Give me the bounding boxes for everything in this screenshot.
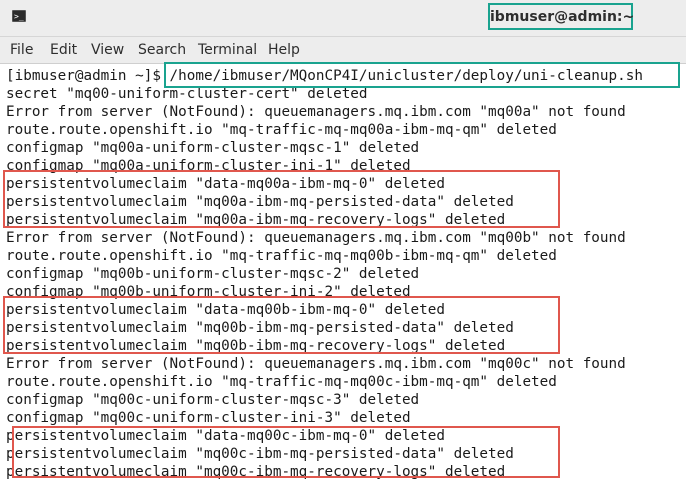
terminal-line: configmap "mq00a-uniform-cluster-mqsc-1"… xyxy=(6,140,420,156)
pvc-highlight-box-mq00a xyxy=(3,170,560,228)
terminal-line: Error from server (NotFound): queuemanag… xyxy=(6,104,626,120)
title-bar: >_ ibmuser@admin:~ xyxy=(0,0,686,37)
window-title: ibmuser@admin:~ xyxy=(490,9,635,25)
terminal-icon[interactable]: >_ xyxy=(12,10,26,22)
terminal-line: route.route.openshift.io "mq-traffic-mq-… xyxy=(6,248,557,264)
pvc-highlight-box-mq00b xyxy=(3,296,560,354)
menu-help[interactable]: Help xyxy=(268,42,300,58)
menu-terminal[interactable]: Terminal xyxy=(198,42,257,58)
terminal-line: Error from server (NotFound): queuemanag… xyxy=(6,230,626,246)
terminal-line: configmap "mq00c-uniform-cluster-mqsc-3"… xyxy=(6,392,420,408)
menu-view[interactable]: View xyxy=(91,42,124,58)
menu-bar: File Edit View Search Terminal Help xyxy=(0,37,686,64)
window-title-highlight: ibmuser@admin:~ xyxy=(488,3,635,30)
menu-file[interactable]: File xyxy=(10,42,33,58)
terminal-line: route.route.openshift.io "mq-traffic-mq-… xyxy=(6,122,557,138)
menu-edit[interactable]: Edit xyxy=(50,42,77,58)
terminal-line: route.route.openshift.io "mq-traffic-mq-… xyxy=(6,374,557,390)
terminal-line: configmap "mq00c-uniform-cluster-ini-3" … xyxy=(6,410,411,426)
terminal-line: Error from server (NotFound): queuemanag… xyxy=(6,356,626,372)
terminal-line: configmap "mq00b-uniform-cluster-mqsc-2"… xyxy=(6,266,420,282)
command-highlight-box xyxy=(164,62,680,88)
terminal-output[interactable]: [ibmuser@admin ~]$ /home/ibmuser/MQonCP4… xyxy=(0,64,686,484)
pvc-highlight-box-mq00c xyxy=(12,426,560,478)
menu-search[interactable]: Search xyxy=(138,42,186,58)
